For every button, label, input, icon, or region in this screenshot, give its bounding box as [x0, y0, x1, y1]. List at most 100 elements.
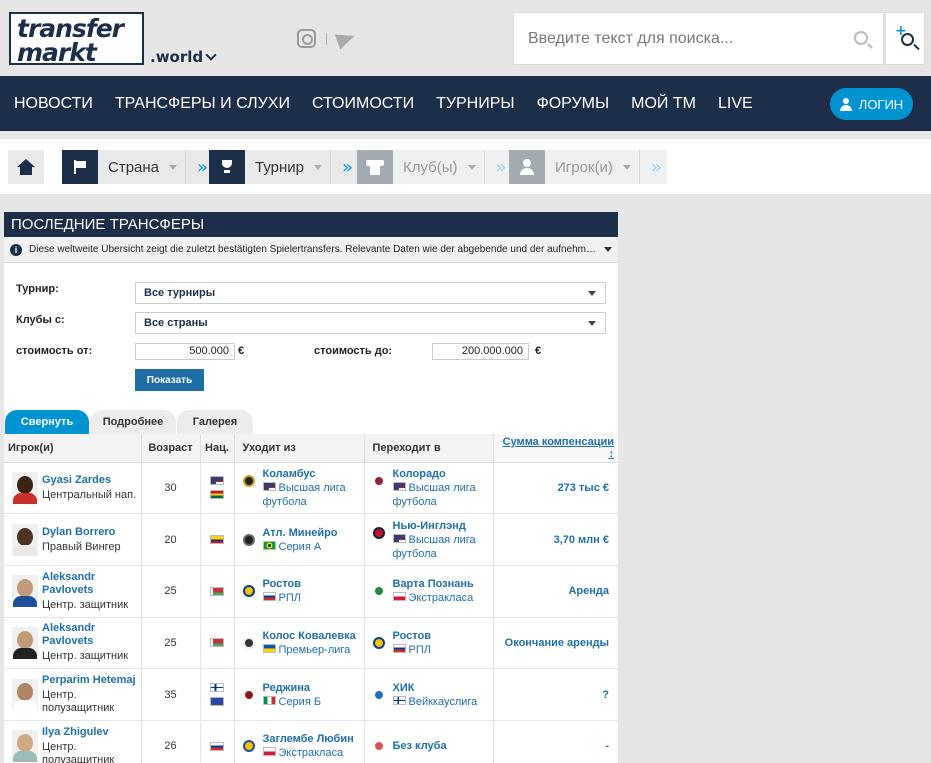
- header-fee-sort[interactable]: Сумма компенсации ↕: [493, 434, 618, 463]
- player-photo[interactable]: [12, 471, 38, 504]
- player-name-link[interactable]: Dylan Borrero: [42, 526, 121, 539]
- player-photo[interactable]: [12, 575, 38, 608]
- to-league[interactable]: Экстракласа: [392, 591, 474, 605]
- trophy-icon: [220, 160, 234, 174]
- country-dropdown[interactable]: Страна: [98, 150, 186, 184]
- club-crest-icon[interactable]: [242, 474, 255, 487]
- from-club-link[interactable]: Реджина: [263, 681, 322, 695]
- nav-item-transfers[interactable]: ТРАНСФЕРЫ И СЛУХИ: [115, 95, 290, 113]
- transfermarkt-logo[interactable]: transfer markt: [9, 12, 144, 67]
- tab-gallery[interactable]: Галерея: [177, 410, 253, 434]
- world-selector[interactable]: .world: [150, 48, 217, 66]
- tab-collapse[interactable]: Свернуть: [5, 410, 89, 434]
- home-icon-box: [8, 150, 44, 184]
- player-name-link[interactable]: Gyasi Zardes: [42, 474, 136, 487]
- nav-item-my-tm[interactable]: МОЙ TM: [631, 95, 696, 113]
- nav-item-forums[interactable]: ФОРУМЫ: [537, 95, 610, 113]
- club-crest-icon[interactable]: [242, 740, 255, 753]
- from-league[interactable]: Экстракласа: [262, 746, 354, 760]
- quick-select-player[interactable]: Игрок(и) »: [509, 150, 667, 184]
- transfer-fee[interactable]: Окончание аренды: [493, 617, 618, 670]
- login-button[interactable]: ЛОГИН: [830, 88, 913, 120]
- club-crest-icon[interactable]: [372, 688, 385, 701]
- from-league[interactable]: Серия А: [262, 540, 338, 554]
- player-photo[interactable]: [12, 523, 38, 556]
- club-crest-icon[interactable]: [372, 526, 385, 539]
- to-club-link[interactable]: Нью-Инглэнд: [393, 519, 493, 533]
- club-crest-icon[interactable]: [372, 585, 385, 598]
- search-input[interactable]: [514, 13, 834, 64]
- club-crest-icon[interactable]: [242, 585, 255, 598]
- from-club-link[interactable]: Ростов: [263, 577, 301, 591]
- club-dropdown[interactable]: Клуб(ы): [393, 150, 484, 184]
- search-icon[interactable]: [854, 31, 868, 45]
- from-club-link[interactable]: Колос Ковалевка: [263, 629, 356, 643]
- telegram-icon[interactable]: [334, 27, 358, 50]
- from-club-cell: Реджина Серия Б: [234, 668, 365, 721]
- player-position: Центр. защитник: [42, 598, 129, 611]
- to-league[interactable]: Высшая лига футбола: [392, 481, 493, 509]
- from-club-link[interactable]: Заглембе Любин: [263, 732, 354, 746]
- from-club-link[interactable]: Коламбус: [263, 467, 364, 481]
- value-from-input[interactable]: 500.000: [135, 343, 235, 360]
- transfer-fee[interactable]: Аренда: [493, 565, 618, 618]
- player-photo[interactable]: [12, 678, 38, 711]
- player-photo[interactable]: [12, 626, 38, 659]
- from-club-link[interactable]: Атл. Минейро: [263, 526, 338, 540]
- show-button[interactable]: Показать: [135, 369, 204, 391]
- competition-dropdown[interactable]: Турнир: [245, 150, 330, 184]
- instagram-icon[interactable]: [297, 29, 316, 48]
- competition-select[interactable]: Все турниры: [135, 282, 606, 304]
- from-league[interactable]: РПЛ: [262, 591, 301, 605]
- from-league[interactable]: Серия Б: [262, 695, 321, 709]
- transfer-fee[interactable]: 273 тыс €: [493, 462, 618, 515]
- club-crest-icon[interactable]: [372, 740, 385, 753]
- club-crest-icon[interactable]: [242, 533, 255, 546]
- transfer-fee[interactable]: -: [493, 720, 618, 763]
- nav-item-market-values[interactable]: СТОИМОСТИ: [312, 95, 414, 113]
- player-name-link[interactable]: Ilya Zhigulev: [42, 726, 141, 739]
- club-crest-icon[interactable]: [242, 688, 255, 701]
- player-dropdown[interactable]: Игрок(и): [545, 150, 639, 184]
- quick-select-country[interactable]: Страна »: [62, 150, 214, 184]
- player-name-link[interactable]: Aleksandr Pavlovets: [42, 622, 141, 648]
- nationality-cell: [200, 565, 235, 618]
- caret-down-icon: [588, 291, 596, 296]
- advanced-search-button[interactable]: +: [885, 12, 925, 65]
- value-to-input[interactable]: 200.000.000: [432, 343, 529, 360]
- to-league[interactable]: Высшая лига футбола: [392, 533, 493, 561]
- value-from-currency: €: [238, 345, 245, 357]
- to-league[interactable]: Вейккауслига: [392, 695, 477, 709]
- tab-detailed[interactable]: Подробнее: [90, 410, 176, 434]
- to-club-link[interactable]: Ростов: [393, 629, 431, 643]
- competition-go-arrow-icon[interactable]: »: [330, 150, 358, 184]
- trophy-icon-box: [209, 150, 245, 184]
- player-name-link[interactable]: Perparim Hetemaj: [42, 674, 141, 687]
- expand-caret-icon[interactable]: [604, 247, 612, 252]
- home-button[interactable]: [8, 150, 44, 184]
- to-league[interactable]: РПЛ: [392, 643, 431, 657]
- nav-item-news[interactable]: НОВОСТИ: [14, 95, 93, 113]
- club-crest-icon[interactable]: [372, 474, 385, 487]
- to-club-link[interactable]: Варта Познань: [393, 577, 474, 591]
- to-club-link[interactable]: Колорадо: [393, 467, 493, 481]
- player-photo[interactable]: [12, 730, 38, 763]
- transfer-fee[interactable]: 3,70 млн €: [493, 513, 618, 566]
- transfer-fee[interactable]: ?: [493, 668, 618, 721]
- club-crest-icon[interactable]: [242, 636, 255, 649]
- club-go-arrow-icon[interactable]: »: [483, 150, 512, 184]
- clubs-country-select[interactable]: Все страны: [135, 312, 606, 334]
- from-league[interactable]: Высшая лига футбола: [262, 481, 364, 509]
- nav-item-competitions[interactable]: ТУРНИРЫ: [436, 95, 515, 113]
- quick-select-club[interactable]: Клуб(ы) »: [357, 150, 512, 184]
- player-go-arrow-icon[interactable]: »: [638, 150, 667, 184]
- league-flag-icon: [262, 644, 276, 653]
- player-name-link[interactable]: Aleksandr Pavlovets: [42, 571, 141, 597]
- club-crest-icon[interactable]: [372, 636, 385, 649]
- info-bar[interactable]: i Diese weltweite Übersicht zeigt die zu…: [4, 237, 618, 263]
- to-club-link[interactable]: ХИК: [393, 681, 478, 695]
- from-league[interactable]: Премьер-лига: [262, 643, 356, 657]
- nav-item-live[interactable]: LIVE: [718, 95, 753, 113]
- to-club-link[interactable]: Без клуба: [393, 739, 447, 753]
- quick-select-competition[interactable]: Турнир »: [209, 150, 358, 184]
